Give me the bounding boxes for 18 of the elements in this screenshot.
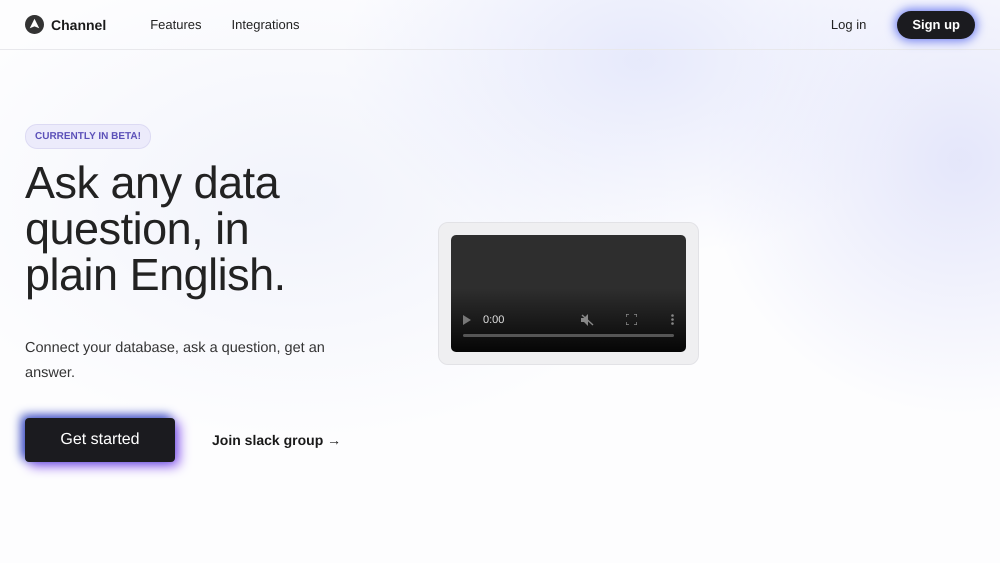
video-player[interactable]: 0:00: [451, 234, 686, 352]
more-icon[interactable]: [671, 314, 674, 325]
fullscreen-icon[interactable]: [626, 314, 637, 325]
progress-bar[interactable]: [463, 334, 674, 336]
nav-link[interactable]: Integrations: [232, 17, 300, 32]
hero-subtitle: Connect your database, ask a question, get an answer.: [25, 339, 326, 383]
brand-name: Channel: [51, 16, 106, 32]
beta-badge: CURRENTLY IN BETA!: [25, 124, 151, 149]
signup-button[interactable]: Sign up: [897, 10, 975, 38]
volume-icon[interactable]: [581, 314, 594, 326]
play-icon[interactable]: [463, 314, 471, 324]
slack-link[interactable]: Join slack group →: [212, 432, 342, 448]
nav-link[interactable]: Features: [150, 17, 202, 32]
logo-icon: [25, 15, 44, 34]
video-time: 0:00: [483, 314, 504, 326]
login-link[interactable]: Log in: [830, 17, 866, 32]
get-started-button[interactable]: Get started: [25, 418, 175, 462]
hero-title: Ask any data question, in plain English.: [25, 160, 287, 298]
